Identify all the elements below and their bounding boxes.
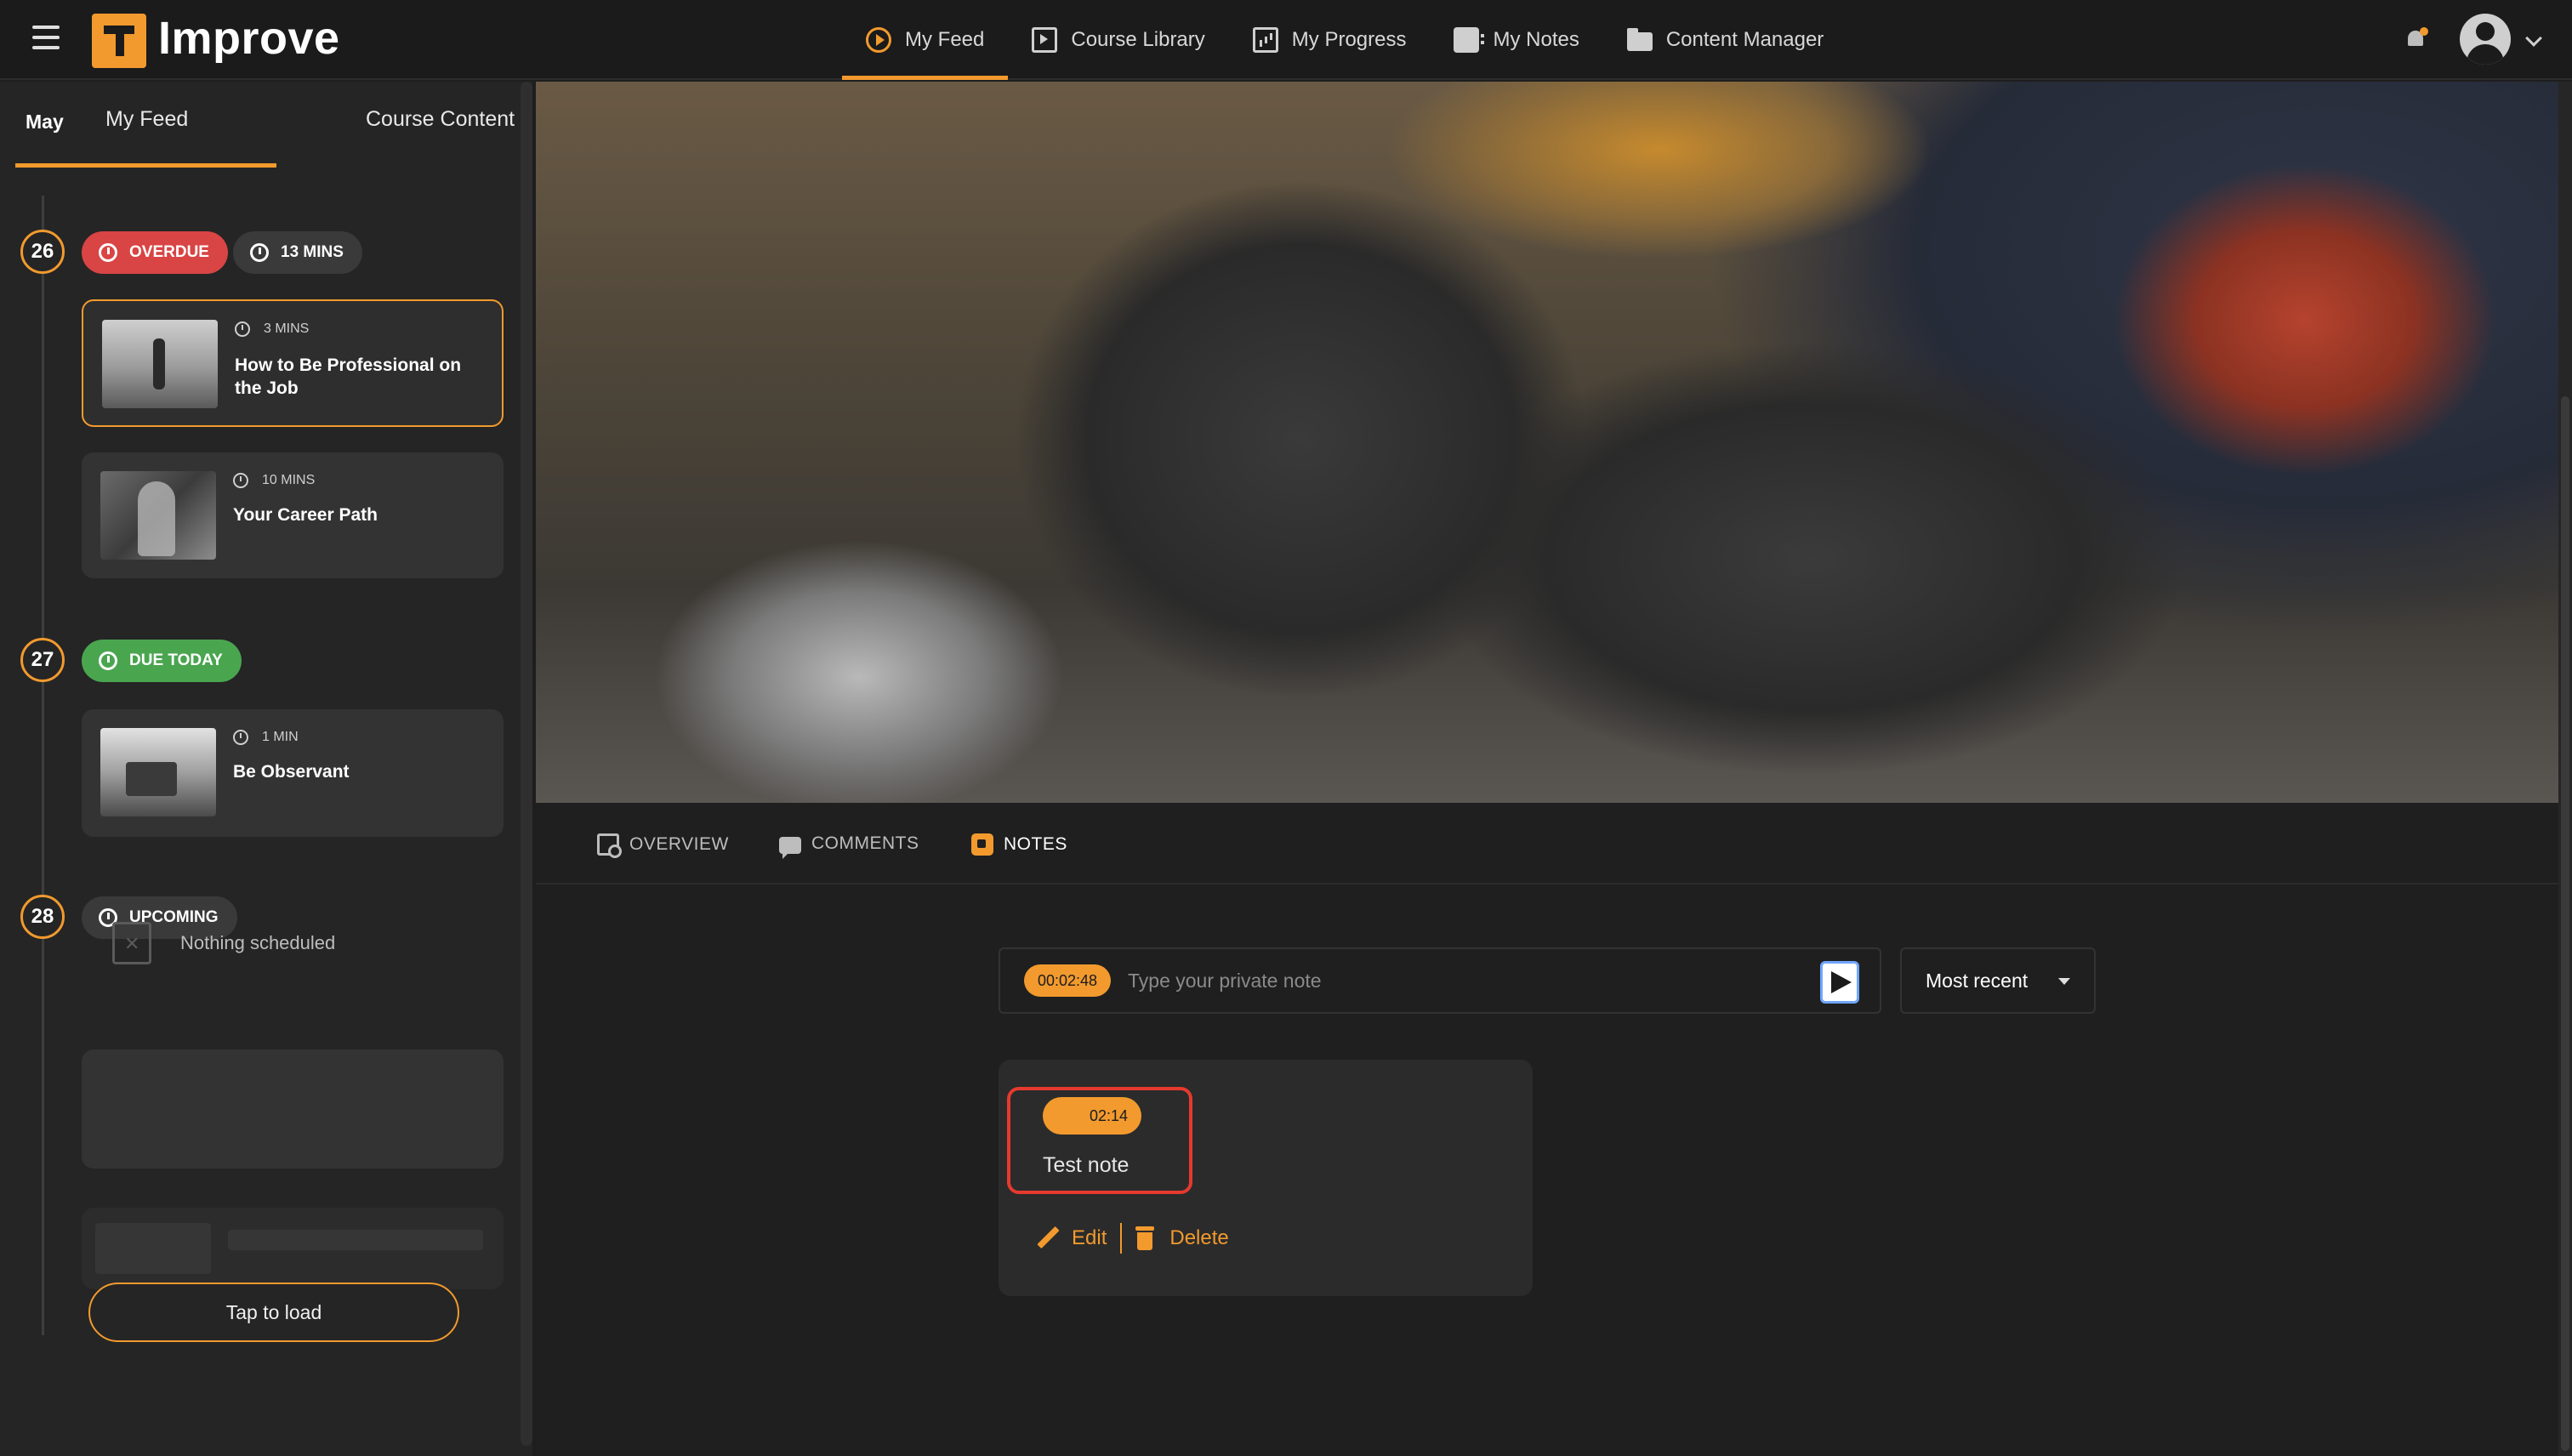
nav-label: My Feed xyxy=(905,28,985,51)
due-today-badge: DUE TODAY xyxy=(82,640,242,682)
bar-chart-icon xyxy=(1252,27,1278,53)
edit-label: Edit xyxy=(1072,1226,1107,1249)
badge-label: OVERDUE xyxy=(129,243,209,261)
duration-text: 10 MINS xyxy=(262,473,316,487)
sidebar-tab-course-content[interactable]: Course Content xyxy=(366,107,515,132)
trash-icon xyxy=(1135,1226,1155,1250)
nav-label: Course Library xyxy=(1071,28,1205,51)
lesson-title: Be Observant xyxy=(233,762,350,782)
tab-label: OVERVIEW xyxy=(629,834,729,854)
lesson-card[interactable]: 3 MINS How to Be Professional on the Job xyxy=(82,299,504,427)
note-input[interactable] xyxy=(1128,961,1791,1000)
duration-text: 3 MINS xyxy=(264,321,310,336)
overview-icon xyxy=(597,833,622,858)
lesson-tabs: OVERVIEW COMMENTS NOTES xyxy=(536,803,2558,884)
main-nav: My Feed Course Library My Progress My No… xyxy=(842,0,1847,80)
clock-icon xyxy=(250,243,269,262)
badge-label: 13 MINS xyxy=(281,243,344,261)
app-logo-text: Improve xyxy=(158,13,340,64)
delete-note-button[interactable]: Delete xyxy=(1135,1226,1229,1250)
top-bar: Improve My Feed Course Library My Progre… xyxy=(0,0,2572,80)
nav-my-notes[interactable]: My Notes xyxy=(1430,0,1602,80)
user-avatar-icon[interactable] xyxy=(2460,14,2511,65)
overdue-badge: OVERDUE xyxy=(82,231,228,274)
lesson-thumbnail xyxy=(102,320,218,408)
tab-label: NOTES xyxy=(1004,834,1067,854)
delete-label: Delete xyxy=(1169,1226,1229,1249)
timer-icon xyxy=(99,651,117,670)
lesson-duration: 3 MINS xyxy=(235,321,309,337)
nav-my-feed[interactable]: My Feed xyxy=(842,0,1009,80)
note-input-box: 00:02:48 xyxy=(999,947,1881,1014)
send-note-button[interactable] xyxy=(1820,961,1859,1004)
menu-icon[interactable] xyxy=(32,26,60,54)
timer-icon xyxy=(99,243,117,262)
note-actions: Edit Delete xyxy=(1036,1223,1229,1254)
play-circle-icon xyxy=(866,27,891,53)
lesson-card[interactable]: 1 MIN Be Observant xyxy=(82,709,504,837)
clock-icon xyxy=(233,730,248,745)
sidebar-scrollbar[interactable] xyxy=(521,82,532,1446)
caret-down-icon xyxy=(2058,978,2070,985)
active-tab-indicator xyxy=(15,163,276,168)
day-circle-26: 26 xyxy=(20,230,65,274)
loading-placeholder xyxy=(82,1208,504,1289)
notes-icon xyxy=(971,833,993,856)
video-library-icon xyxy=(1032,27,1058,53)
lesson-thumbnail xyxy=(100,728,216,816)
note-text: Test note xyxy=(1043,1153,1130,1177)
action-divider xyxy=(1120,1223,1123,1254)
lesson-duration: 10 MINS xyxy=(233,473,315,488)
current-timestamp-chip: 00:02:48 xyxy=(1024,964,1112,997)
clock-icon xyxy=(235,321,250,337)
lesson-duration: 1 MIN xyxy=(233,730,299,745)
tap-to-load-button[interactable]: Tap to load xyxy=(88,1283,459,1342)
nav-course-library[interactable]: Course Library xyxy=(1008,0,1228,80)
tab-overview[interactable]: OVERVIEW xyxy=(597,833,729,858)
lesson-title: How to Be Professional on the Job xyxy=(235,355,462,398)
nav-content-manager[interactable]: Content Manager xyxy=(1603,0,1847,80)
day-circle-27: 27 xyxy=(20,638,65,682)
notes-icon xyxy=(1454,27,1485,53)
day-circle-28: 28 xyxy=(20,895,65,939)
notification-bell-icon[interactable] xyxy=(2405,27,2428,51)
month-label: May xyxy=(26,111,64,133)
duration-text: 1 MIN xyxy=(262,730,299,744)
loading-placeholder xyxy=(82,1049,504,1169)
duration-badge: 13 MINS xyxy=(233,231,362,274)
sidebar-tabs: My Feed Course Content xyxy=(0,82,532,168)
comments-icon xyxy=(779,837,801,859)
nav-label: My Notes xyxy=(1493,28,1579,51)
nothing-scheduled-text: Nothing scheduled xyxy=(180,932,336,953)
tab-label: COMMENTS xyxy=(811,833,919,853)
tab-comments[interactable]: COMMENTS xyxy=(779,833,919,859)
sort-value: Most recent xyxy=(1926,969,2029,992)
video-player[interactable] xyxy=(536,82,2558,803)
lesson-thumbnail xyxy=(100,471,216,560)
sidebar-tab-my-feed[interactable]: My Feed xyxy=(105,107,188,132)
logo-icon xyxy=(92,14,146,68)
sort-select[interactable]: Most recent xyxy=(1900,947,2096,1014)
timeline-line xyxy=(42,196,44,1335)
nav-label: My Progress xyxy=(1291,28,1407,51)
tab-notes[interactable]: NOTES xyxy=(971,833,1067,856)
page-scrollbar[interactable] xyxy=(2558,82,2572,1456)
nav-my-progress[interactable]: My Progress xyxy=(1229,0,1431,80)
pencil-icon xyxy=(1036,1226,1060,1250)
chevron-down-icon[interactable] xyxy=(2525,30,2542,47)
note-card: 02:14 Test note Edit Delete xyxy=(999,1060,1533,1296)
calendar-empty-icon xyxy=(112,922,151,964)
lesson-title: Your Career Path xyxy=(233,505,378,525)
edit-note-button[interactable]: Edit xyxy=(1036,1226,1107,1250)
clock-icon xyxy=(233,473,248,488)
lesson-card[interactable]: 10 MINS Your Career Path xyxy=(82,452,504,578)
badge-label: DUE TODAY xyxy=(129,651,223,669)
folder-icon xyxy=(1626,28,1653,51)
nav-label: Content Manager xyxy=(1665,28,1824,51)
note-timestamp-button[interactable]: 02:14 xyxy=(1043,1097,1141,1135)
